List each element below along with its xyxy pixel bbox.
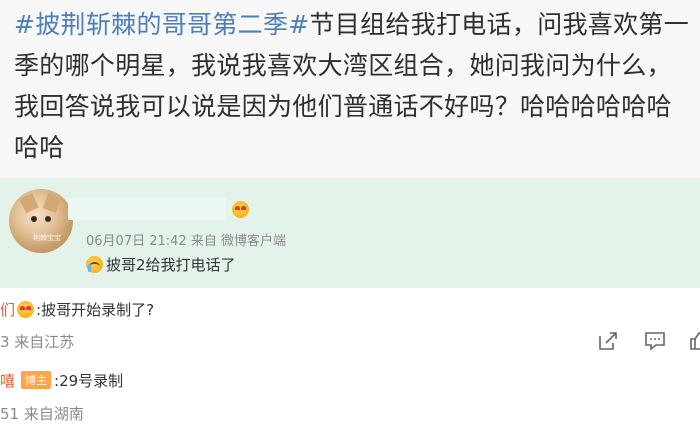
- like-button[interactable]: [689, 330, 700, 352]
- avatar[interactable]: 荆棘宝宝: [9, 189, 73, 253]
- avatar-eye: [45, 216, 51, 222]
- reply-text: :披哥开始录制了?: [36, 301, 155, 319]
- reply-username[interactable]: 们: [0, 301, 15, 319]
- hashtag-link[interactable]: #披荆斩棘的哥哥第二季#: [14, 10, 310, 39]
- avatar-ear: [42, 193, 62, 213]
- share-icon: [599, 332, 617, 350]
- avatar-eye: [31, 216, 37, 222]
- username-blurred[interactable]: [68, 198, 226, 220]
- reply-username[interactable]: 嘻: [0, 372, 15, 390]
- crying-emoji-icon: [86, 255, 103, 273]
- like-icon: [690, 332, 700, 350]
- reply-item: 们 :披哥开始录制了?: [0, 299, 154, 320]
- pinned-comment-text: 披哥2给我打电话了: [86, 254, 236, 275]
- heart-eyes-emoji-icon: [17, 300, 35, 318]
- heart-eyes-emoji-icon: [232, 201, 249, 218]
- reply-meta: 3 来自江苏: [0, 333, 75, 351]
- post-text: #披荆斩棘的哥哥第二季#节目组给我打电话，问我喜欢第一季的哪个明星，我说我喜欢大…: [14, 4, 694, 168]
- comment-icon: [645, 332, 665, 351]
- reply-item: 嘻博主:29号录制: [0, 370, 123, 391]
- avatar-watermark: 荆棘宝宝: [33, 234, 61, 242]
- reply-text: :29号录制: [54, 372, 124, 390]
- weibo-post: #披荆斩棘的哥哥第二季#节目组给我打电话，问我喜欢第一季的哪个明星，我说我喜欢大…: [0, 0, 700, 178]
- share-button[interactable]: [597, 330, 619, 352]
- pinned-comment-body: 披哥2给我打电话了: [106, 256, 236, 274]
- avatar-ear: [19, 192, 39, 214]
- author-badge: 博主: [21, 371, 52, 389]
- comment-meta: 06月07日 21:42 来自 微博客户端: [86, 234, 286, 249]
- comment-button[interactable]: [644, 330, 666, 352]
- reply-meta: 51 来自湖南: [0, 405, 84, 423]
